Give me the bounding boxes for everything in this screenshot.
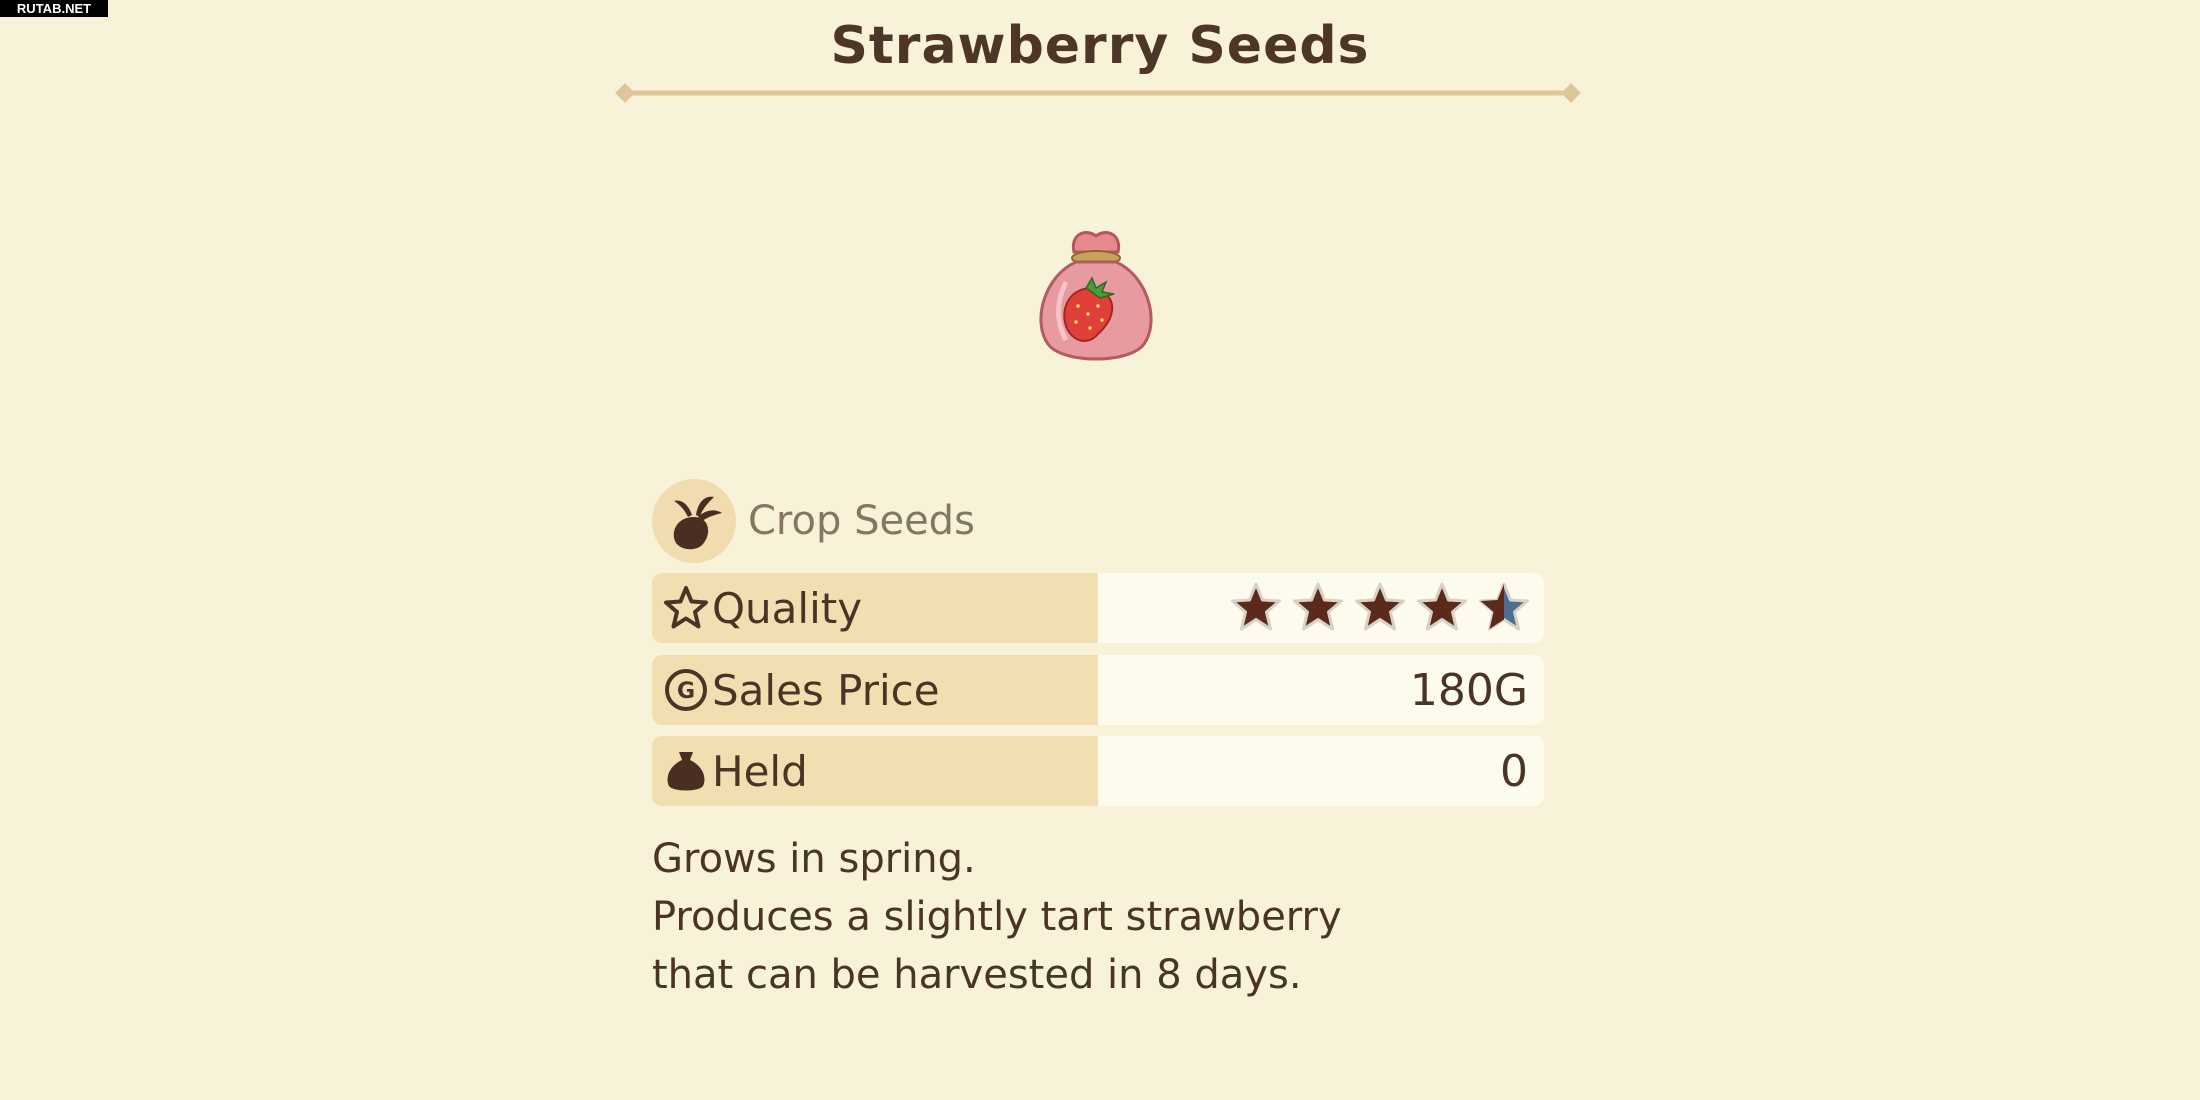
item-category: Crop Seeds	[652, 478, 975, 564]
description-line: Grows in spring.	[652, 836, 976, 882]
pouch-icon	[660, 745, 712, 797]
star-full-icon	[1293, 582, 1343, 631]
star-half-icon	[1479, 582, 1529, 631]
gold-coin-icon: G	[660, 664, 712, 716]
held-row: Held 0	[652, 736, 1544, 806]
held-label: Held	[712, 746, 808, 796]
quality-stars	[1228, 580, 1532, 636]
category-label: Crop Seeds	[748, 498, 975, 544]
item-title: Strawberry Seeds	[830, 16, 1370, 76]
item-description: Grows in spring. Produces a slightly tar…	[652, 830, 1342, 1004]
sales-price-label: Sales Price	[712, 665, 940, 715]
description-line: Produces a slightly tart strawberry	[652, 894, 1342, 940]
svg-text:G: G	[677, 679, 695, 704]
star-outline-icon	[660, 582, 712, 634]
turnip-icon	[652, 479, 736, 563]
quality-row: Quality	[652, 573, 1544, 643]
title-divider	[615, 83, 1581, 103]
description-line: that can be harvested in 8 days.	[652, 952, 1302, 998]
watermark: RUTAB.NET	[0, 0, 108, 17]
quality-label-cell: Quality	[652, 573, 1098, 643]
sales-price-row: G Sales Price 180G	[652, 655, 1544, 725]
sales-price-label-cell: G Sales Price	[652, 655, 1098, 725]
held-value: 0	[1098, 736, 1544, 806]
sales-price-value: 180G	[1098, 655, 1544, 725]
quality-label: Quality	[712, 583, 863, 633]
quality-value-cell	[1098, 573, 1544, 643]
star-full-icon	[1231, 582, 1281, 631]
strawberry-seed-bag-icon	[1039, 231, 1153, 361]
held-label-cell: Held	[652, 736, 1098, 806]
star-full-icon	[1355, 582, 1405, 631]
star-full-icon	[1417, 582, 1467, 631]
